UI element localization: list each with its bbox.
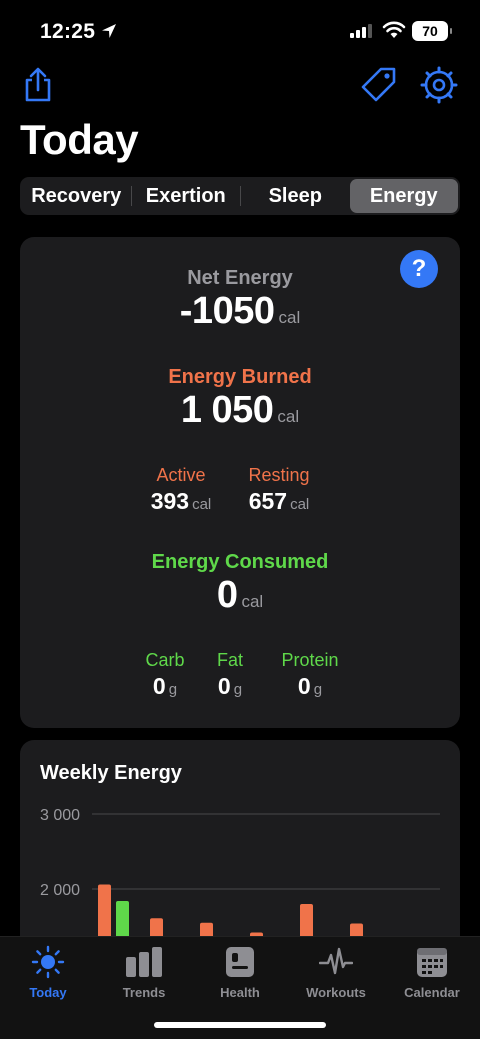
status-bar: 12:25 70 — [0, 0, 480, 64]
protein-value: 0 — [297, 673, 311, 699]
wifi-icon — [382, 21, 406, 38]
protein-label: Protein — [281, 650, 339, 670]
net-energy: Net Energy -1050 cal — [20, 267, 460, 333]
heartbeat-icon — [319, 947, 353, 975]
tab-label: Calendar — [404, 985, 460, 1000]
active-label: Active — [156, 465, 206, 485]
tag-icon — [361, 67, 396, 102]
tab-label: Health — [220, 985, 260, 1000]
cellular-signal-icon — [350, 24, 372, 38]
protein-macro: Protein 0g — [260, 650, 360, 700]
fat-macro: Fat 0g — [200, 650, 260, 700]
y-tick-label: 3 000 — [40, 807, 80, 824]
tab-calendar[interactable]: Calendar — [384, 945, 480, 1000]
tab-label: Today — [29, 985, 67, 1000]
active-energy: Active 393 cal — [136, 465, 226, 515]
tab-label: Workouts — [306, 985, 366, 1000]
active-unit: cal — [192, 496, 212, 513]
energy-burned: Energy Burned 1 050 cal — [20, 366, 460, 432]
tab-trends[interactable]: Trends — [96, 945, 192, 1000]
energy-burned-unit: cal — [277, 407, 300, 426]
segment-exertion[interactable]: Exertion — [132, 179, 241, 213]
energy-burned-label: Energy Burned — [168, 366, 312, 388]
energy-consumed: Energy Consumed 0 cal — [20, 551, 460, 617]
share-icon — [25, 67, 51, 102]
energy-summary-card: ? Net Energy -1050 cal Energy Burned 1 05… — [20, 237, 460, 728]
location-arrow-icon — [102, 24, 116, 38]
tab-today[interactable]: Today — [0, 945, 96, 1000]
energy-consumed-value: 0 — [216, 574, 238, 616]
calendar-icon — [417, 948, 447, 977]
segment-sleep[interactable]: Sleep — [241, 179, 350, 213]
battery-indicator: 70 — [412, 21, 452, 41]
resting-value: 657 — [248, 488, 288, 514]
fat-unit: g — [233, 681, 243, 698]
carb-label: Carb — [145, 650, 185, 670]
sun-icon — [31, 945, 65, 979]
tab-label: Trends — [122, 985, 166, 1000]
home-indicator — [154, 1022, 326, 1028]
gear-icon — [420, 66, 458, 104]
resting-unit: cal — [290, 496, 310, 513]
energy-consumed-label: Energy Consumed — [151, 551, 329, 573]
segment-energy[interactable]: Energy — [349, 179, 458, 213]
carb-unit: g — [168, 681, 178, 698]
protein-unit: g — [313, 681, 323, 698]
tag-button[interactable] — [360, 66, 396, 104]
segment-recovery[interactable]: Recovery — [22, 179, 131, 213]
tab-health[interactable]: Health — [192, 945, 288, 1000]
status-time: 12:25 — [40, 20, 96, 43]
net-energy-label: Net Energy — [187, 267, 293, 289]
energy-consumed-unit: cal — [241, 592, 264, 611]
share-button[interactable] — [20, 66, 56, 104]
net-energy-value: -1050 — [179, 290, 275, 332]
health-record-icon — [226, 947, 254, 977]
page-title: Today — [20, 116, 139, 163]
segmented-control: Recovery Exertion Sleep Energy — [20, 177, 460, 215]
bar-chart-icon — [126, 947, 162, 977]
fat-value: 0 — [217, 673, 231, 699]
carb-value: 0 — [152, 673, 166, 699]
active-value: 393 — [150, 488, 190, 514]
settings-button[interactable] — [420, 66, 458, 104]
y-tick-label: 2 000 — [40, 882, 80, 899]
fat-label: Fat — [216, 650, 243, 670]
carb-macro: Carb 0g — [130, 650, 200, 700]
energy-burned-value: 1 050 — [180, 389, 274, 431]
net-energy-unit: cal — [278, 308, 301, 327]
resting-energy: Resting 657 cal — [234, 465, 324, 515]
tab-workouts[interactable]: Workouts — [288, 945, 384, 1000]
resting-label: Resting — [248, 465, 310, 485]
